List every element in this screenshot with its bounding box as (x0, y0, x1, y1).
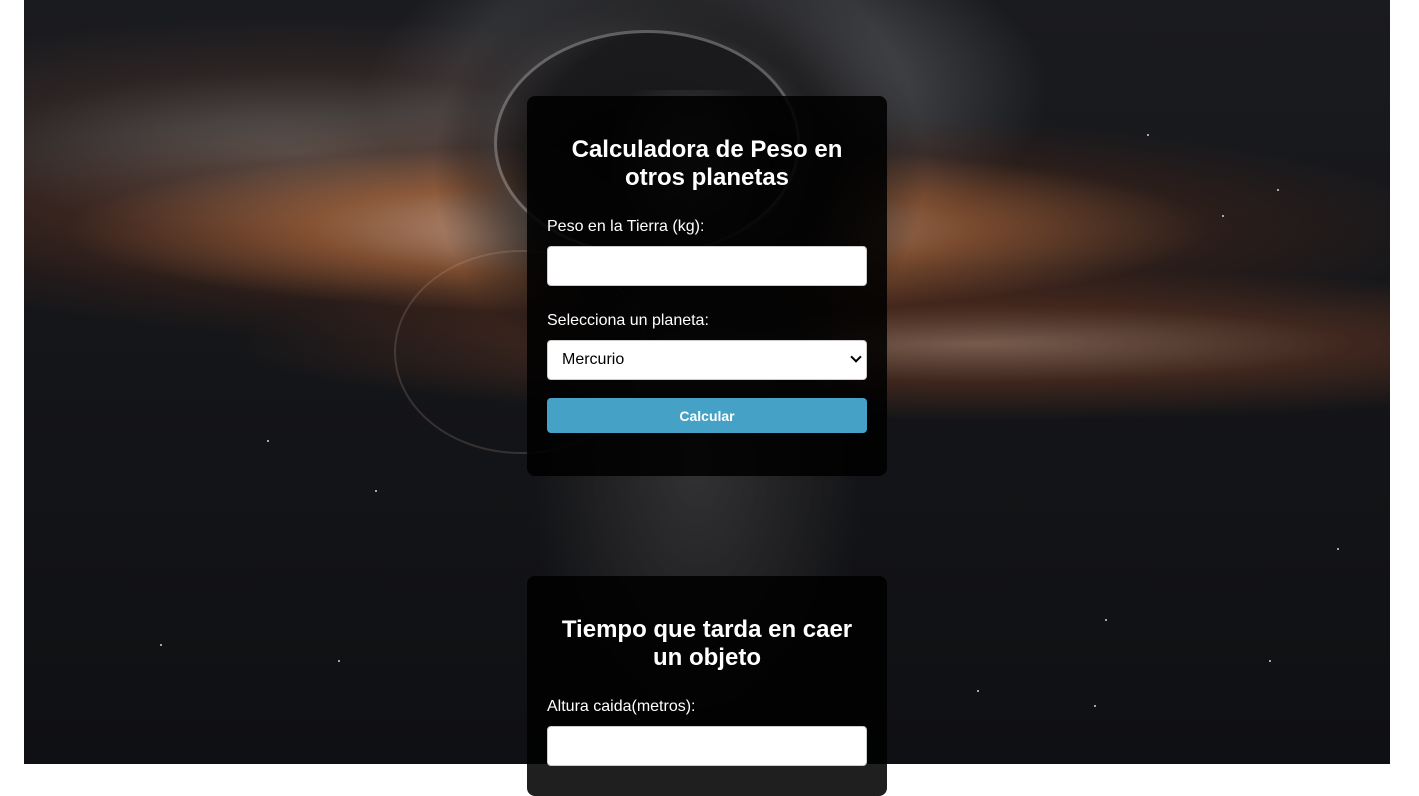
star (1147, 134, 1149, 136)
weight-calculator-title: Calculadora de Peso en otros planetas (571, 136, 843, 191)
star (267, 440, 269, 442)
fall-time-card: Tiempo que tarda en caer un objeto Altur… (527, 576, 887, 796)
earth-weight-input[interactable] (547, 246, 867, 286)
star (1222, 215, 1224, 217)
star (1269, 660, 1271, 662)
star (375, 490, 377, 492)
chevron-down-icon (850, 351, 862, 363)
planet-label: Selecciona un planeta: (547, 312, 709, 329)
planet-select[interactable]: Mercurio (547, 340, 867, 380)
star (1105, 619, 1107, 621)
fall-time-title: Tiempo que tarda en caer un objeto (561, 616, 853, 671)
star (160, 644, 162, 646)
weight-calculator-card: Calculadora de Peso en otros planetas Pe… (527, 96, 887, 476)
fall-height-label: Altura caida(metros): (547, 698, 696, 715)
star (338, 660, 340, 662)
star (1094, 705, 1096, 707)
star (977, 690, 979, 692)
planet-select-value: Mercurio (562, 351, 625, 368)
earth-weight-label: Peso en la Tierra (kg): (547, 218, 705, 235)
star (1277, 189, 1279, 191)
calculate-button[interactable]: Calcular (547, 398, 867, 433)
star (1337, 548, 1339, 550)
fall-height-input[interactable] (547, 726, 867, 766)
